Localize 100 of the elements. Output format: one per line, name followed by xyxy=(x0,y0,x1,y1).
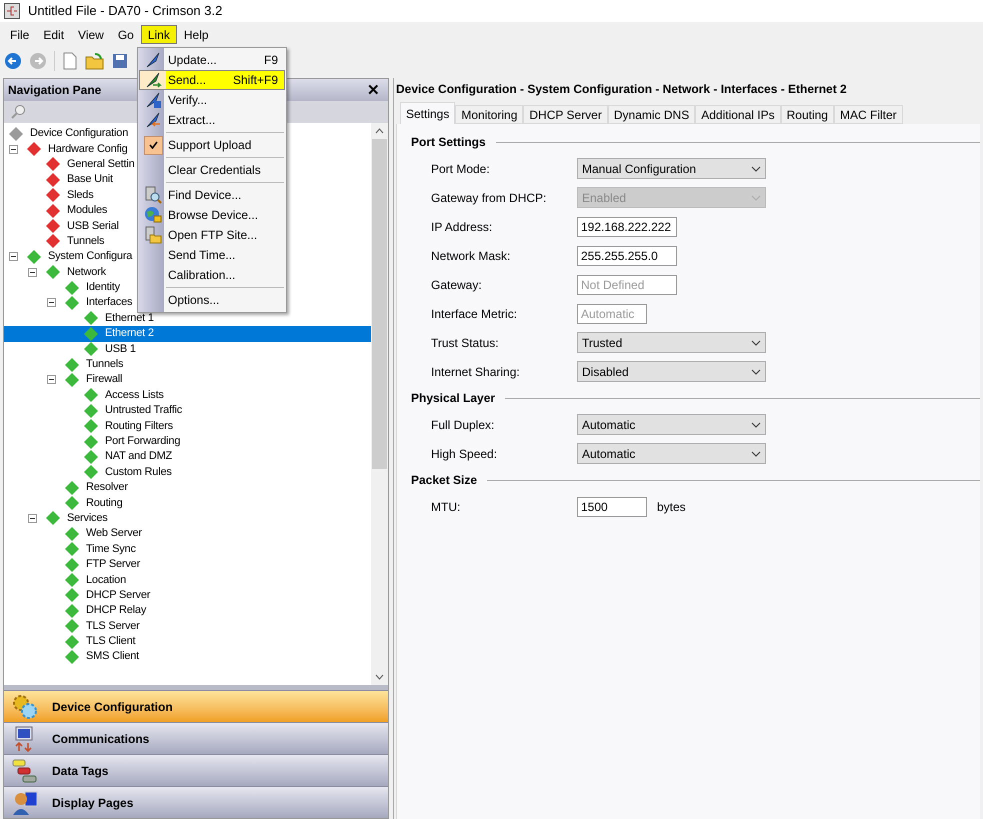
tree-item[interactable]: Sleds xyxy=(64,188,97,203)
section-button[interactable]: Display Pages xyxy=(4,786,388,818)
tree-item[interactable]: Web Server xyxy=(83,526,145,542)
input-field[interactable]: 255.255.255.0 xyxy=(577,246,677,266)
field-label: Internet Sharing: xyxy=(431,364,521,380)
collapse-toggle[interactable] xyxy=(9,252,18,262)
menu-item[interactable]: File xyxy=(3,24,36,44)
input-field[interactable]: 192.168.222.222 xyxy=(577,216,677,236)
tree-item[interactable]: Tunnels xyxy=(64,234,108,249)
tree-item[interactable]: DHCP Server xyxy=(83,588,154,603)
tab[interactable]: Additional IPs xyxy=(695,105,781,124)
breadcrumb-path: Device Configuration - System Configuration - Network - Interfaces - Ethernet 2 xyxy=(396,81,848,98)
tab[interactable]: Monitoring xyxy=(455,105,524,124)
input-field[interactable]: Not Defined xyxy=(577,274,677,294)
tree-item[interactable]: Ethernet 2 xyxy=(102,326,157,342)
tab[interactable]: Dynamic DNS xyxy=(608,105,696,124)
dropdown[interactable]: Trusted xyxy=(577,332,766,353)
tree-item[interactable]: Services xyxy=(64,510,111,526)
dropdown[interactable]: Automatic xyxy=(577,414,766,435)
menu-option[interactable]: Clear Credentials xyxy=(139,160,285,180)
scroll-up-icon[interactable] xyxy=(375,128,384,134)
menu-option[interactable]: Browse Device... xyxy=(139,205,285,225)
tree-item[interactable]: Port Forwarding xyxy=(102,434,184,449)
tree-item[interactable]: SMS Client xyxy=(83,649,142,664)
menu-item[interactable]: Go xyxy=(110,24,141,44)
magnifier-icon xyxy=(144,186,162,204)
dropdown[interactable]: Manual Configuration xyxy=(577,158,766,179)
feather-question-icon xyxy=(144,91,162,109)
chevron-down-icon xyxy=(751,422,761,428)
tree-item[interactable]: Access Lists xyxy=(102,388,167,403)
tree-item[interactable]: Resolver xyxy=(83,480,131,496)
tree-item[interactable]: System Configura xyxy=(45,249,136,264)
collapse-toggle[interactable] xyxy=(28,514,37,523)
chevron-down-icon xyxy=(751,194,761,200)
tree-item[interactable]: NAT and DMZ xyxy=(102,449,176,464)
menu-option[interactable]: Send Time... xyxy=(139,245,285,265)
chevron-down-icon xyxy=(751,450,761,456)
menu-option[interactable]: Calibration... xyxy=(139,265,285,285)
menu-item[interactable]: Help xyxy=(176,24,216,44)
menu-item[interactable]: Link xyxy=(140,24,177,44)
tab[interactable]: MAC Filter xyxy=(834,105,903,124)
input-field[interactable]: 1500 xyxy=(577,496,647,516)
tree-item[interactable]: Identity xyxy=(83,280,123,296)
collapse-toggle[interactable] xyxy=(9,144,18,154)
tree-item[interactable]: Base Unit xyxy=(64,172,116,188)
tree-item[interactable]: USB Serial xyxy=(64,218,122,234)
tree-item[interactable]: FTP Server xyxy=(83,557,144,572)
tree-item[interactable]: Ethernet 1 xyxy=(102,310,157,326)
collapse-toggle[interactable] xyxy=(47,375,56,384)
input-field[interactable]: Automatic xyxy=(577,304,647,324)
tree-item[interactable]: Device Configuration xyxy=(27,126,132,142)
menu-option[interactable]: Find Device... xyxy=(139,185,285,205)
section-button[interactable]: Device Configuration xyxy=(4,690,388,722)
unit-label: bytes xyxy=(657,498,686,516)
tree-item[interactable]: Custom Rules xyxy=(102,464,175,480)
tree-item[interactable]: Location xyxy=(83,572,129,588)
tree-item[interactable]: Tunnels xyxy=(83,357,126,372)
dropdown[interactable]: Automatic xyxy=(577,443,766,464)
open-folder-icon[interactable] xyxy=(85,52,105,70)
scroll-down-icon[interactable] xyxy=(375,674,384,680)
field-label: IP Address: xyxy=(431,218,494,236)
tree-item[interactable]: General Settin xyxy=(64,156,138,172)
save-icon[interactable] xyxy=(112,53,128,69)
tree-item[interactable]: Modules xyxy=(64,203,110,218)
menu-option[interactable]: Options... xyxy=(139,290,285,310)
back-icon[interactable] xyxy=(4,52,22,70)
tree-item[interactable]: Hardware Config xyxy=(45,142,131,157)
collapse-toggle[interactable] xyxy=(28,268,37,277)
tree-item[interactable]: Routing xyxy=(83,496,126,511)
tree-item[interactable]: Time Sync xyxy=(83,542,139,557)
tree-item[interactable]: Untrusted Traffic xyxy=(102,403,186,418)
tree-item[interactable]: Firewall xyxy=(83,372,126,388)
chevron-down-icon xyxy=(751,368,761,374)
tree-item[interactable]: DHCP Relay xyxy=(83,603,150,618)
search-icon[interactable] xyxy=(10,104,26,120)
menu-option[interactable]: Verify... xyxy=(139,90,285,110)
section-button[interactable]: Communications xyxy=(4,722,388,754)
scrollbar[interactable] xyxy=(371,123,388,685)
tab[interactable]: Routing xyxy=(780,105,834,124)
menu-option[interactable]: Update... F9 xyxy=(139,50,285,70)
new-file-icon[interactable] xyxy=(62,52,78,70)
tree-item[interactable]: Interfaces xyxy=(83,295,136,310)
menu-item[interactable]: Edit xyxy=(36,24,72,44)
tree-item[interactable]: Network xyxy=(64,264,109,280)
menu-option[interactable]: Send... Shift+F9 xyxy=(139,70,285,90)
section-button[interactable]: Data Tags xyxy=(4,754,388,786)
tab[interactable]: DHCP Server xyxy=(523,105,608,124)
close-button[interactable]: ✕ xyxy=(363,82,384,98)
collapse-toggle[interactable] xyxy=(47,298,56,308)
menu-item[interactable]: View xyxy=(71,24,111,44)
tree-item[interactable]: Routing Filters xyxy=(102,418,176,434)
scroll-thumb[interactable] xyxy=(372,139,387,469)
menu-option[interactable]: Extract... xyxy=(139,110,285,130)
menu-option[interactable]: Support Upload xyxy=(139,135,285,155)
tree-item[interactable]: TLS Server xyxy=(83,618,143,634)
tree-item[interactable]: USB 1 xyxy=(102,342,139,357)
dropdown[interactable]: Disabled xyxy=(577,361,766,382)
tab[interactable]: Settings xyxy=(400,102,456,124)
menu-option[interactable]: Open FTP Site... xyxy=(139,225,285,245)
tree-item[interactable]: TLS Client xyxy=(83,634,138,650)
